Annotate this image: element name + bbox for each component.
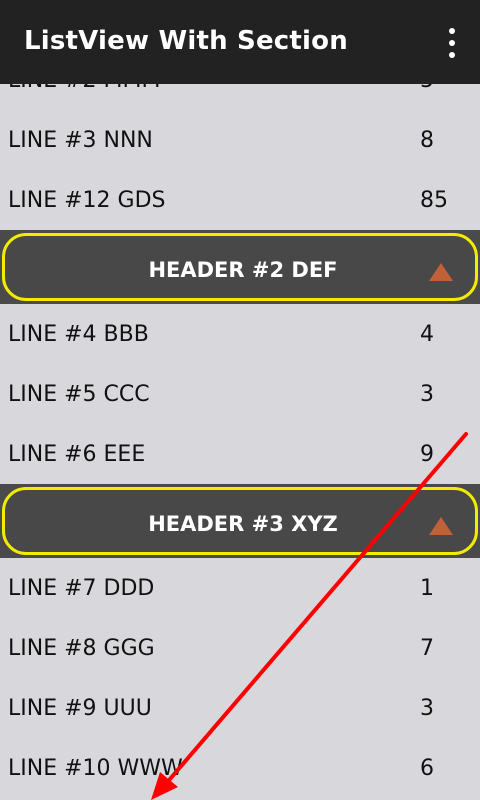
- list-item[interactable]: LINE #8 GGG 7: [0, 618, 480, 678]
- section-header-pill: HEADER #3 XYZ: [2, 487, 478, 555]
- item-value: 4: [420, 321, 434, 347]
- list-item[interactable]: LINE #7 DDD 1: [0, 558, 480, 618]
- list-item[interactable]: LINE #9 UUU 3: [0, 678, 480, 738]
- item-value: 5: [420, 84, 434, 93]
- list-item[interactable]: LINE #3 NNN 8: [0, 110, 480, 170]
- item-label: LINE #7 DDD: [8, 575, 155, 601]
- item-value: 3: [420, 695, 434, 721]
- menu-dot: [449, 40, 455, 46]
- page-title: ListView With Section: [24, 26, 348, 56]
- item-label: LINE #8 GGG: [8, 635, 155, 661]
- section-header-xyz[interactable]: HEADER #3 XYZ: [0, 484, 480, 558]
- section-header-pill: HEADER #2 DEF: [2, 233, 478, 301]
- section-header-title: HEADER #2 DEF: [148, 258, 338, 282]
- app-screen: ListView With Section LINE #2 MMM 5 LINE…: [0, 0, 480, 800]
- item-label: LINE #2 MMM: [8, 84, 160, 93]
- item-label: LINE #10 WWW: [8, 755, 183, 781]
- item-value: 9: [420, 441, 434, 467]
- list-item[interactable]: LINE #10 WWW 6: [0, 738, 480, 798]
- item-label: LINE #5 CCC: [8, 381, 150, 407]
- item-value: 8: [420, 127, 434, 153]
- collapse-triangle-icon[interactable]: [429, 517, 453, 535]
- item-label: LINE #4 BBB: [8, 321, 149, 347]
- list-content: LINE #2 MMM 5 LINE #3 NNN 8 LINE #12 GDS…: [0, 84, 480, 798]
- item-value: 7: [420, 635, 434, 661]
- section-header-def[interactable]: HEADER #2 DEF: [0, 230, 480, 304]
- item-value: 6: [420, 755, 434, 781]
- list-item[interactable]: LINE #2 MMM 5: [0, 84, 480, 110]
- item-label: LINE #3 NNN: [8, 127, 153, 153]
- list-item[interactable]: LINE #6 EEE 9: [0, 424, 480, 484]
- collapse-triangle-icon[interactable]: [429, 263, 453, 281]
- item-label: LINE #6 EEE: [8, 441, 146, 467]
- action-bar: ListView With Section: [0, 0, 480, 84]
- list-item[interactable]: LINE #5 CCC 3: [0, 364, 480, 424]
- item-value: 85: [420, 187, 448, 213]
- menu-dot: [449, 28, 455, 34]
- list-item[interactable]: LINE #4 BBB 4: [0, 304, 480, 364]
- section-list[interactable]: LINE #2 MMM 5 LINE #3 NNN 8 LINE #12 GDS…: [0, 84, 480, 800]
- section-header-title: HEADER #3 XYZ: [148, 512, 338, 536]
- item-value: 3: [420, 381, 434, 407]
- item-label: LINE #12 GDS: [8, 187, 166, 213]
- overflow-menu-icon[interactable]: [446, 28, 458, 58]
- list-item[interactable]: LINE #12 GDS 85: [0, 170, 480, 230]
- item-value: 1: [420, 575, 434, 601]
- menu-dot: [449, 52, 455, 58]
- item-label: LINE #9 UUU: [8, 695, 152, 721]
